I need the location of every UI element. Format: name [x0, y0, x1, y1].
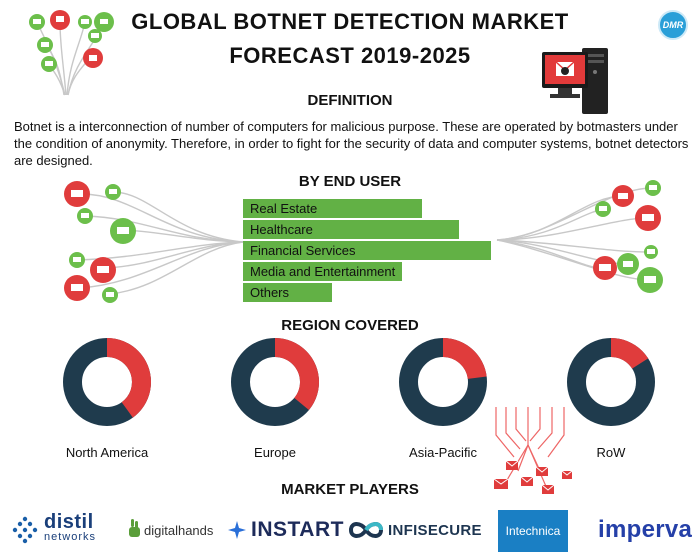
infisecure-text: INFISECURE [388, 521, 482, 539]
imperva-text: imperva [598, 516, 693, 543]
logo-instart: INSTART [228, 508, 344, 552]
logo-digitalhands: digitalhands [128, 508, 213, 552]
donut-share-segment [443, 338, 487, 379]
digitalhands-text: digitalhands [144, 522, 214, 538]
region-label: North America [65, 445, 149, 460]
donut-share-segment [275, 337, 320, 411]
distil-text: distil [44, 511, 94, 533]
digitalhands-mark-icon [129, 519, 140, 537]
market-players-heading: MARKET PLAYERS [281, 481, 419, 498]
intechnica-text: Intechnica [505, 524, 561, 538]
logo-distil: distil networks [10, 508, 96, 552]
distil-networks-text: networks [44, 531, 97, 543]
logo-infisecure: INFISECURE [348, 508, 482, 552]
logo-intechnica: Intechnica [498, 510, 568, 552]
instart-text: INSTART [251, 518, 344, 541]
donut-share-segment [107, 338, 151, 418]
infinity-icon [348, 522, 384, 538]
instart-mark-icon [228, 521, 246, 539]
logo-imperva: imperva [598, 508, 692, 552]
region-label: Europe [254, 445, 296, 460]
region-donut-charts [63, 337, 655, 426]
distil-mark-icon [12, 516, 38, 544]
